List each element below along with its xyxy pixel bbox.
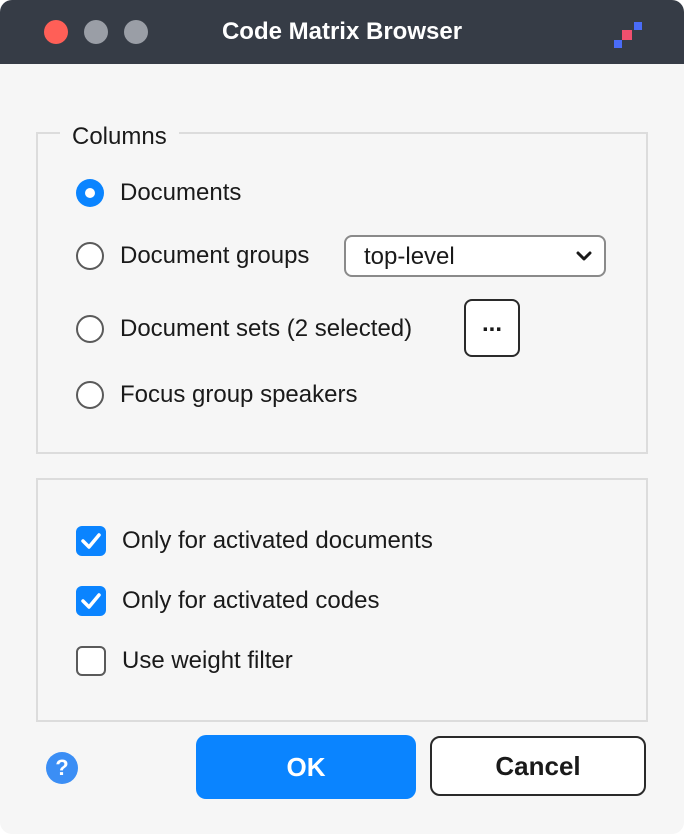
help-icon[interactable]: ?: [46, 752, 78, 784]
columns-legend: Columns: [60, 122, 179, 152]
radio-button-selected[interactable]: [76, 179, 104, 207]
radio-button[interactable]: [76, 315, 104, 343]
radio-button[interactable]: [76, 242, 104, 270]
checkmark-icon: [81, 533, 101, 549]
radio-documents[interactable]: Documents: [76, 177, 241, 209]
document-groups-select[interactable]: top-level: [344, 235, 606, 277]
checkbox-activated-documents[interactable]: Only for activated documents: [76, 525, 433, 557]
select-document-sets-button[interactable]: ...: [464, 299, 520, 357]
select-value: top-level: [364, 243, 455, 270]
radio-button[interactable]: [76, 381, 104, 409]
checkbox-label: Use weight filter: [122, 647, 293, 674]
checkbox-label: Only for activated codes: [122, 587, 380, 614]
checkbox-checked[interactable]: [76, 526, 106, 556]
radio-label: Focus group speakers: [120, 381, 358, 408]
checkbox-label: Only for activated documents: [122, 527, 433, 554]
ok-button[interactable]: OK: [196, 735, 416, 799]
radio-label: Documents: [120, 179, 242, 206]
window-title: Code Matrix Browser: [221, 18, 463, 45]
title-bar: Code Matrix Browser: [0, 0, 684, 64]
checkbox-unchecked[interactable]: [76, 646, 106, 676]
checkbox-checked[interactable]: [76, 586, 106, 616]
radio-document-groups[interactable]: Document groups: [76, 240, 309, 272]
radio-focus-group-speakers[interactable]: Focus group speakers: [76, 379, 357, 411]
radio-label: Document sets (2 selected): [120, 315, 413, 342]
checkmark-icon: [81, 593, 101, 609]
checkbox-activated-codes[interactable]: Only for activated codes: [76, 585, 379, 617]
chevron-down-icon: [576, 251, 592, 261]
dialog-window: Code Matrix Browser Columns Documents Do…: [0, 0, 684, 834]
maxqda-logo-icon: [614, 22, 642, 48]
checkbox-weight-filter[interactable]: Use weight filter: [76, 645, 293, 677]
radio-document-sets[interactable]: Document sets (2 selected): [76, 313, 412, 345]
cancel-button[interactable]: Cancel: [430, 736, 646, 796]
radio-label: Document groups: [120, 242, 310, 269]
